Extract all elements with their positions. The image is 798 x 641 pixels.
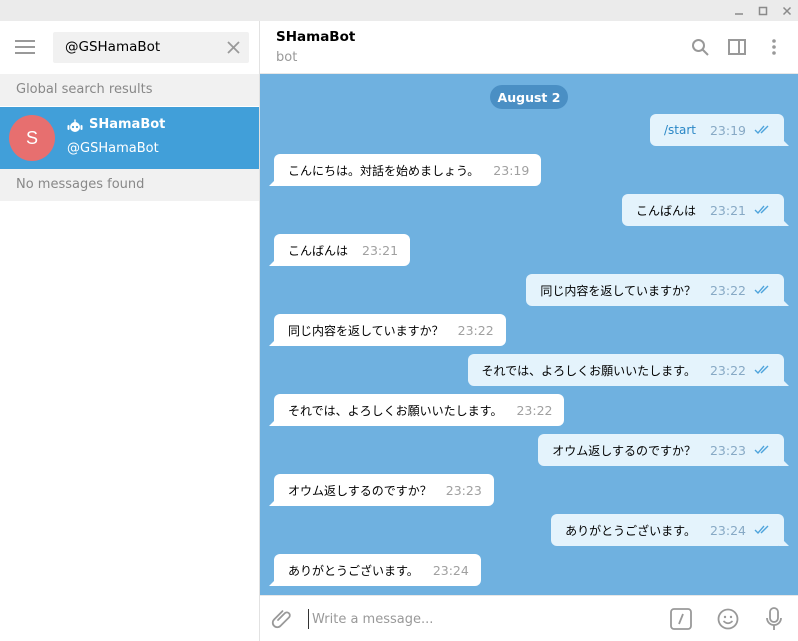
sidebar-toggle-icon[interactable] xyxy=(725,35,749,59)
message-time: 23:21 xyxy=(362,242,399,258)
read-check-icon xyxy=(754,365,772,375)
message-text[interactable]: それでは、よろしくお願いいたします。 xyxy=(482,362,696,379)
message-incoming[interactable]: こんにちは。対話を始めましょう。 23:19 xyxy=(269,154,542,186)
message-incoming[interactable]: ありがとうございます。 23:24 xyxy=(269,554,481,586)
compose-bar xyxy=(260,595,798,641)
message-text[interactable]: こんばんは xyxy=(288,242,348,259)
message-input[interactable] xyxy=(308,609,658,629)
message-text[interactable]: /start xyxy=(664,123,696,137)
search-result-item[interactable]: S SHamaBot @GSHamaBot xyxy=(0,107,259,169)
message-time: 23:21 xyxy=(709,202,746,218)
chat-status: bot xyxy=(276,50,298,65)
bot-commands-icon[interactable] xyxy=(669,607,693,631)
result-username: @GSHamaBot xyxy=(67,141,159,156)
read-check-icon xyxy=(754,525,772,535)
message-time: 23:22 xyxy=(457,322,494,338)
no-messages-label: No messages found xyxy=(0,169,259,201)
message-text[interactable]: こんにちは。対話を始めましょう。 xyxy=(288,162,479,179)
microphone-icon[interactable] xyxy=(762,607,786,631)
read-check-icon xyxy=(754,285,772,295)
message-text[interactable]: こんばんは xyxy=(636,202,696,219)
message-time: 23:22 xyxy=(709,282,746,298)
message-outgoing[interactable]: 同じ内容を返していますか？ 23:22 xyxy=(526,274,789,306)
message-time: 23:23 xyxy=(709,442,746,458)
more-options-icon[interactable] xyxy=(762,35,786,59)
message-outgoing[interactable]: オウム返しするのですか？ 23:23 xyxy=(538,434,789,466)
message-outgoing[interactable]: それでは、よろしくお願いいたします。 23:22 xyxy=(467,354,789,386)
maximize-icon[interactable] xyxy=(751,0,775,21)
message-text[interactable]: 同じ内容を返していますか？ xyxy=(288,322,444,339)
chat-header: SHamaBot bot xyxy=(260,21,798,74)
message-text[interactable]: それでは、よろしくお願いいたします。 xyxy=(288,402,502,419)
message-outgoing[interactable]: こんばんは 23:21 xyxy=(621,194,789,226)
message-text[interactable]: 同じ内容を返していますか？ xyxy=(540,282,696,299)
message-time: 23:19 xyxy=(493,162,530,178)
emoji-icon[interactable] xyxy=(716,607,740,631)
read-check-icon xyxy=(754,205,772,215)
bot-icon xyxy=(67,119,83,132)
message-text[interactable]: ありがとうございます。 xyxy=(565,522,696,539)
close-icon[interactable] xyxy=(775,0,798,21)
result-name: SHamaBot xyxy=(89,117,166,132)
clear-search-icon[interactable] xyxy=(226,40,241,55)
message-incoming[interactable]: 同じ内容を返していますか？ 23:22 xyxy=(269,314,506,346)
read-check-icon xyxy=(754,125,772,135)
global-search-results-label: Global search results xyxy=(0,74,259,106)
message-time: 23:24 xyxy=(709,522,746,538)
message-text[interactable]: ありがとうございます。 xyxy=(288,562,419,579)
message-outgoing[interactable]: /start 23:19 xyxy=(649,114,789,146)
paperclip-icon[interactable] xyxy=(271,607,295,631)
avatar: S xyxy=(9,115,55,161)
message-time: 23:22 xyxy=(516,402,553,418)
search-box xyxy=(53,32,249,63)
search-input[interactable] xyxy=(65,37,215,57)
search-icon[interactable] xyxy=(688,35,712,59)
message-incoming[interactable]: オウム返しするのですか？ 23:23 xyxy=(269,474,494,506)
message-time: 23:19 xyxy=(709,122,746,138)
message-time: 23:22 xyxy=(709,362,746,378)
title-bar xyxy=(0,0,798,21)
sidebar: Global search results S SHamaBot @GSHama… xyxy=(0,21,259,641)
date-separator: August 2 xyxy=(490,85,568,109)
chat-title[interactable]: SHamaBot xyxy=(276,29,355,45)
message-time: 23:23 xyxy=(445,482,482,498)
hamburger-menu-icon[interactable] xyxy=(14,38,36,56)
message-outgoing[interactable]: ありがとうございます。 23:24 xyxy=(551,514,789,546)
minimize-icon[interactable] xyxy=(727,0,751,21)
message-list: August 2 /start 23:19 こんにちは。対話を始めましょう。 2… xyxy=(260,74,798,595)
message-text[interactable]: オウム返しするのですか？ xyxy=(288,482,432,499)
message-incoming[interactable]: それでは、よろしくお願いいたします。 23:22 xyxy=(269,394,565,426)
message-incoming[interactable]: こんばんは 23:21 xyxy=(269,234,411,266)
message-time: 23:24 xyxy=(432,562,469,578)
message-text[interactable]: オウム返しするのですか？ xyxy=(552,442,696,459)
read-check-icon xyxy=(754,445,772,455)
